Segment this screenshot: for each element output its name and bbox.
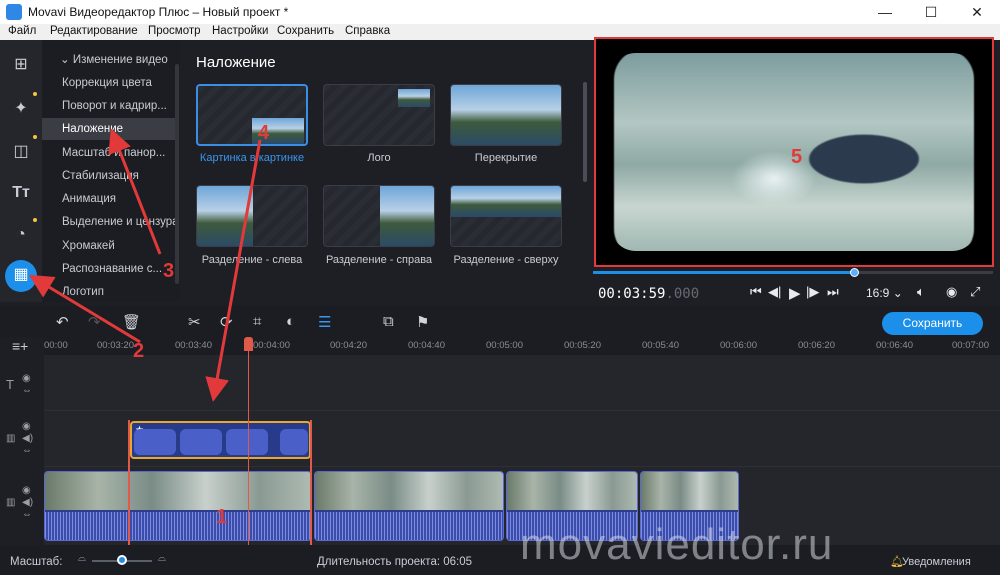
annotation-arrows — [28, 128, 262, 402]
annotation-number: 2 — [133, 340, 145, 362]
arrow-3 — [108, 128, 162, 255]
annotation-number: 4 — [258, 122, 270, 144]
annotation-number: 3 — [163, 260, 175, 282]
annotation-number: 5 — [791, 146, 803, 168]
arrow-4 — [205, 139, 262, 402]
arrow-2 — [28, 274, 141, 344]
annotation-number: 1 — [216, 506, 228, 528]
